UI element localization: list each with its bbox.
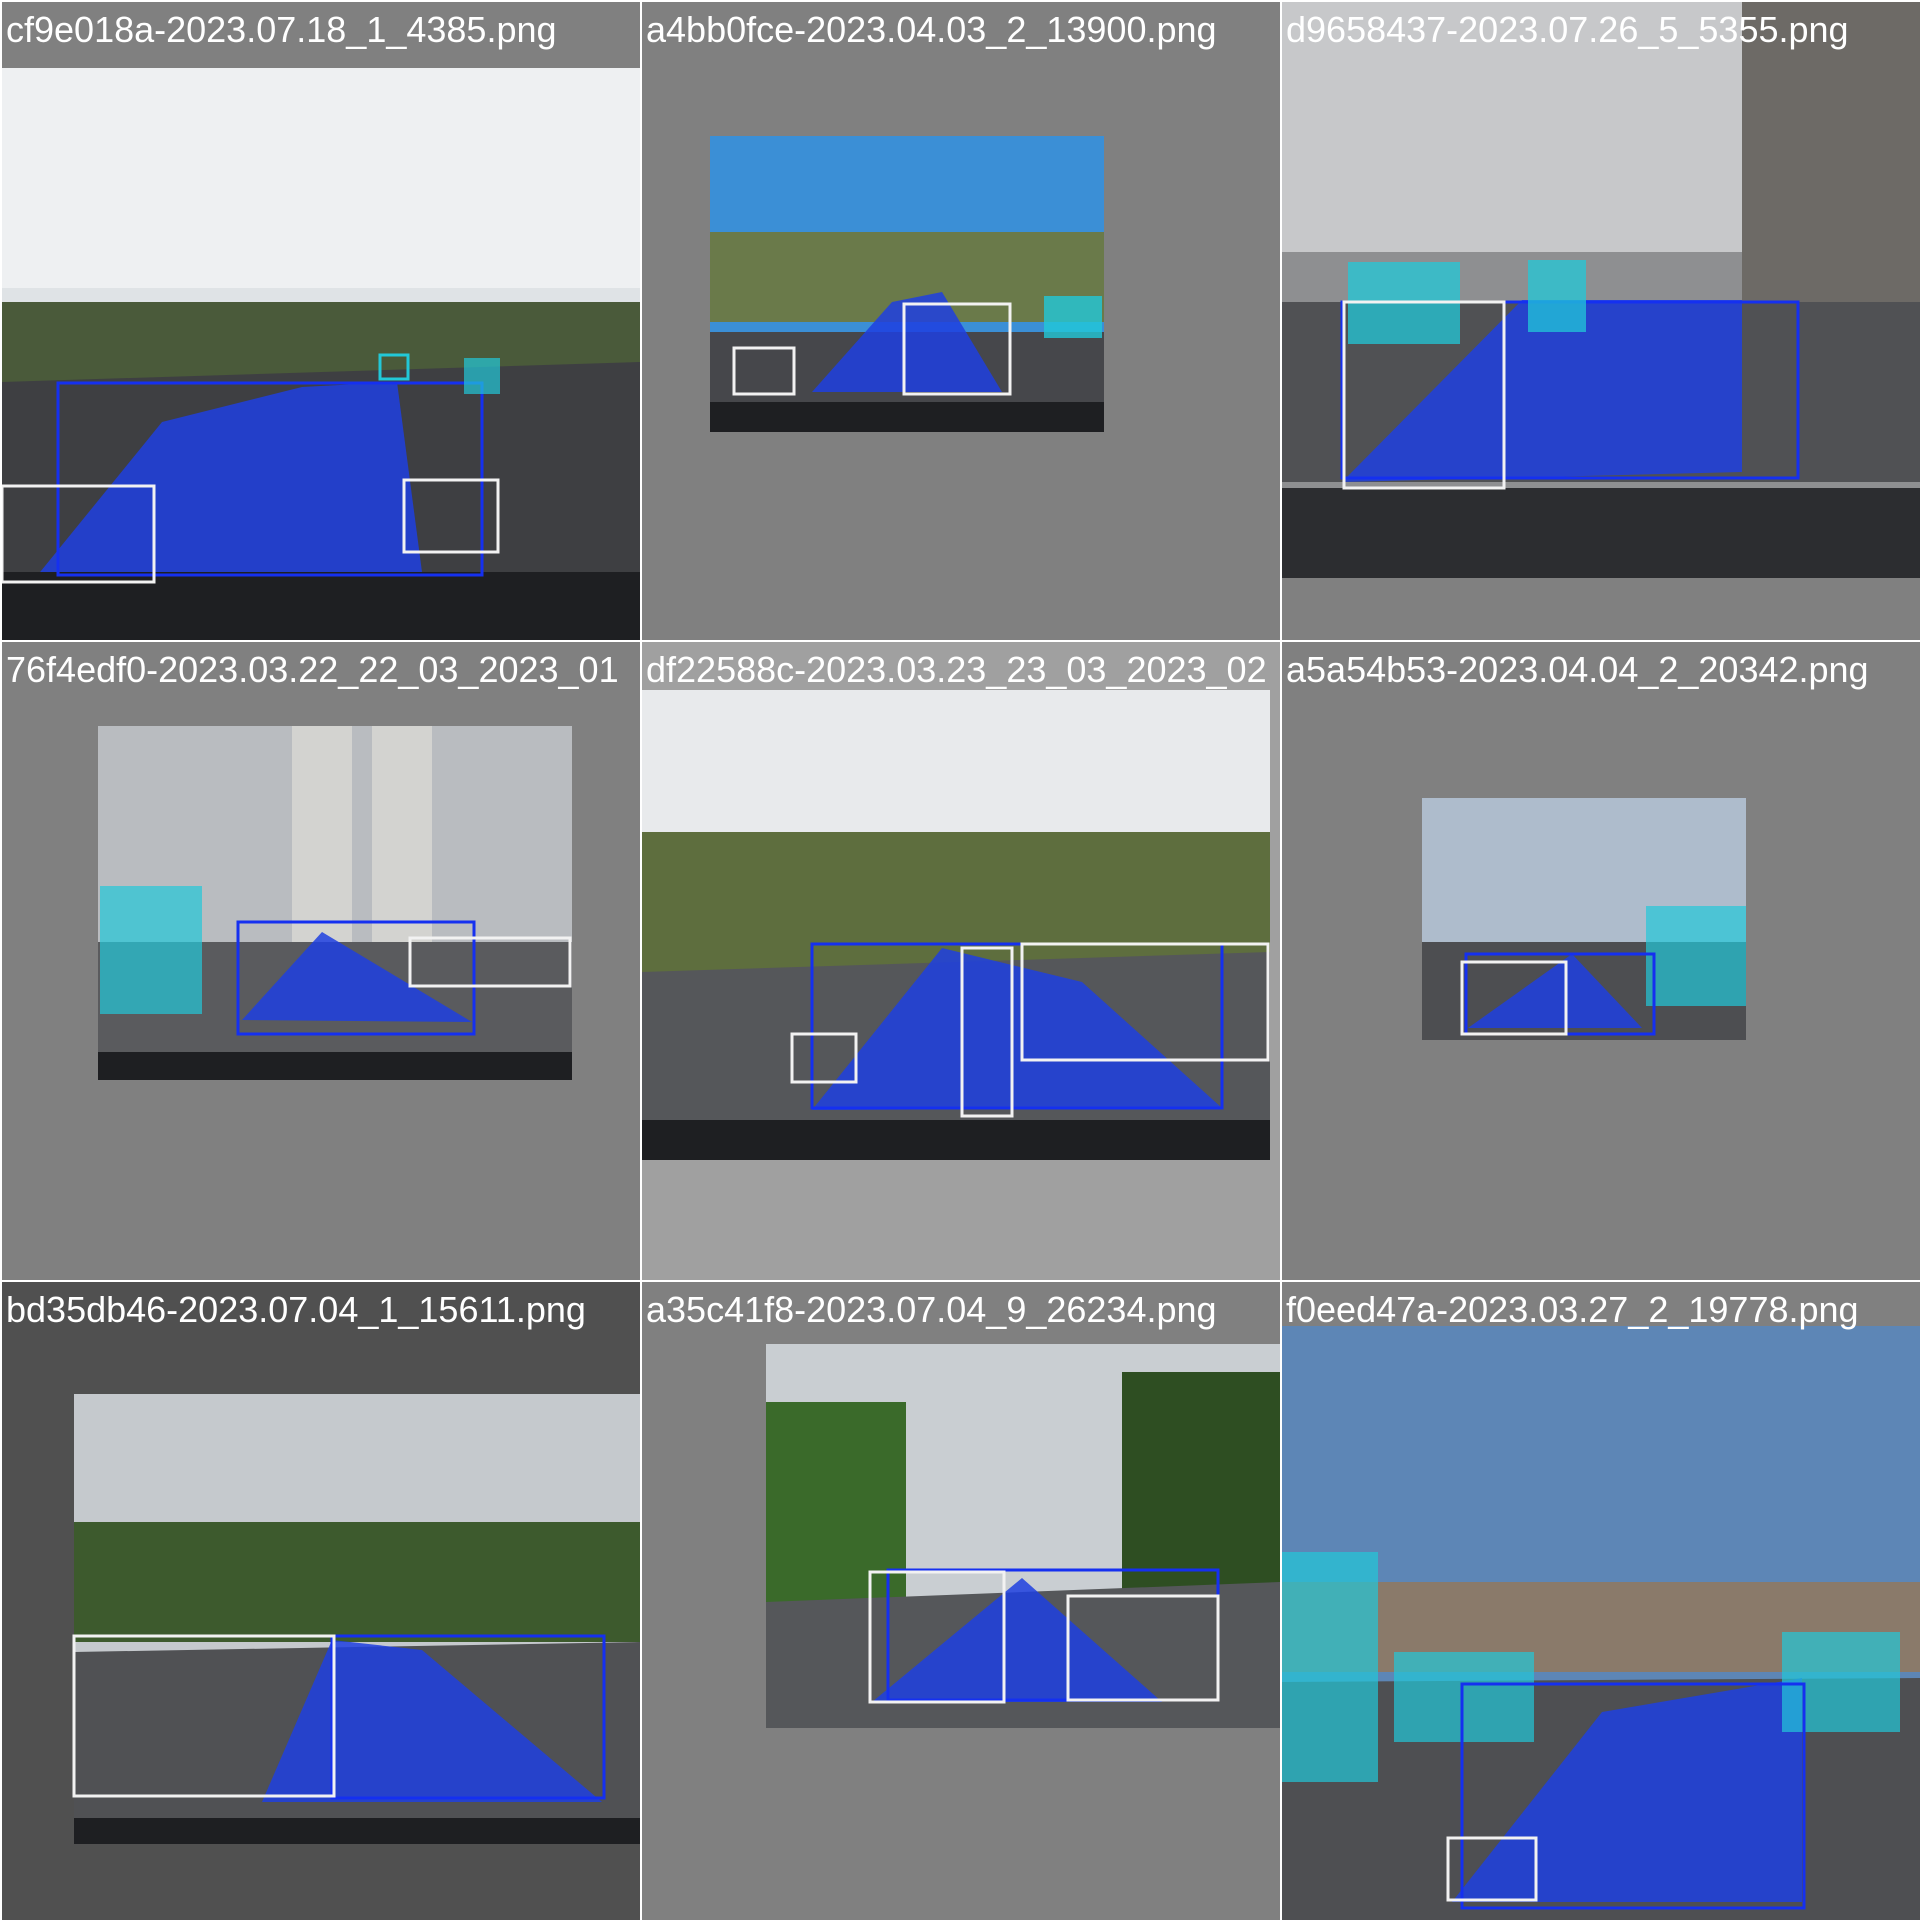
tile-image-a35c41f8 (766, 1344, 1280, 1728)
tile-filename: 76f4edf0-2023.03.22_22_03_2023_01 (6, 649, 619, 690)
tile-a35c41f8[interactable]: a35c41f8-2023.07.04_9_26234.png (642, 1282, 1280, 1920)
tile-df22588c[interactable]: df22588c-2023.03.23_23_03_2023_02 (642, 642, 1280, 1280)
tile-image-bd35db46 (72, 1394, 640, 1844)
tile-76f4edf0[interactable]: 76f4edf0-2023.03.22_22_03_2023_01 (2, 642, 640, 1280)
tile-filename: a4bb0fce-2023.04.03_2_13900.png (646, 9, 1217, 50)
tile-filename: cf9e018a-2023.07.18_1_4385.png (6, 9, 557, 50)
tile-filename: bd35db46-2023.07.04_1_15611.png (6, 1289, 586, 1330)
tile-image-d9658437 (1282, 2, 1920, 578)
tile-image-76f4edf0 (98, 726, 572, 1080)
tile-image-f0eed47a (1282, 1326, 1920, 1920)
tile-filename: a35c41f8-2023.07.04_9_26234.png (646, 1289, 1217, 1330)
tile-a4bb0fce[interactable]: a4bb0fce-2023.04.03_2_13900.png (642, 2, 1280, 640)
tile-filename: f0eed47a-2023.03.27_2_19778.png (1286, 1289, 1859, 1330)
tile-bd35db46[interactable]: bd35db46-2023.07.04_1_15611.png (2, 1282, 640, 1920)
tile-filename: a5a54b53-2023.04.04_2_20342.png (1286, 649, 1869, 690)
tile-filename: d9658437-2023.07.26_5_5355.png (1286, 9, 1849, 50)
tile-image-a5a54b53 (1422, 798, 1746, 1040)
tile-cf9e018a[interactable]: cf9e018a-2023.07.18_1_4385.png (2, 2, 640, 640)
tile-image-cf9e018a (2, 68, 640, 640)
tile-image-df22588c (642, 690, 1270, 1160)
tile-a5a54b53[interactable]: a5a54b53-2023.04.04_2_20342.png (1282, 642, 1920, 1280)
tile-d9658437[interactable]: d9658437-2023.07.26_5_5355.png (1282, 2, 1920, 640)
tile-image-a4bb0fce (710, 136, 1104, 432)
tile-filename: df22588c-2023.03.23_23_03_2023_02 (646, 649, 1267, 690)
tile-f0eed47a[interactable]: f0eed47a-2023.03.27_2_19778.png (1282, 1282, 1920, 1920)
